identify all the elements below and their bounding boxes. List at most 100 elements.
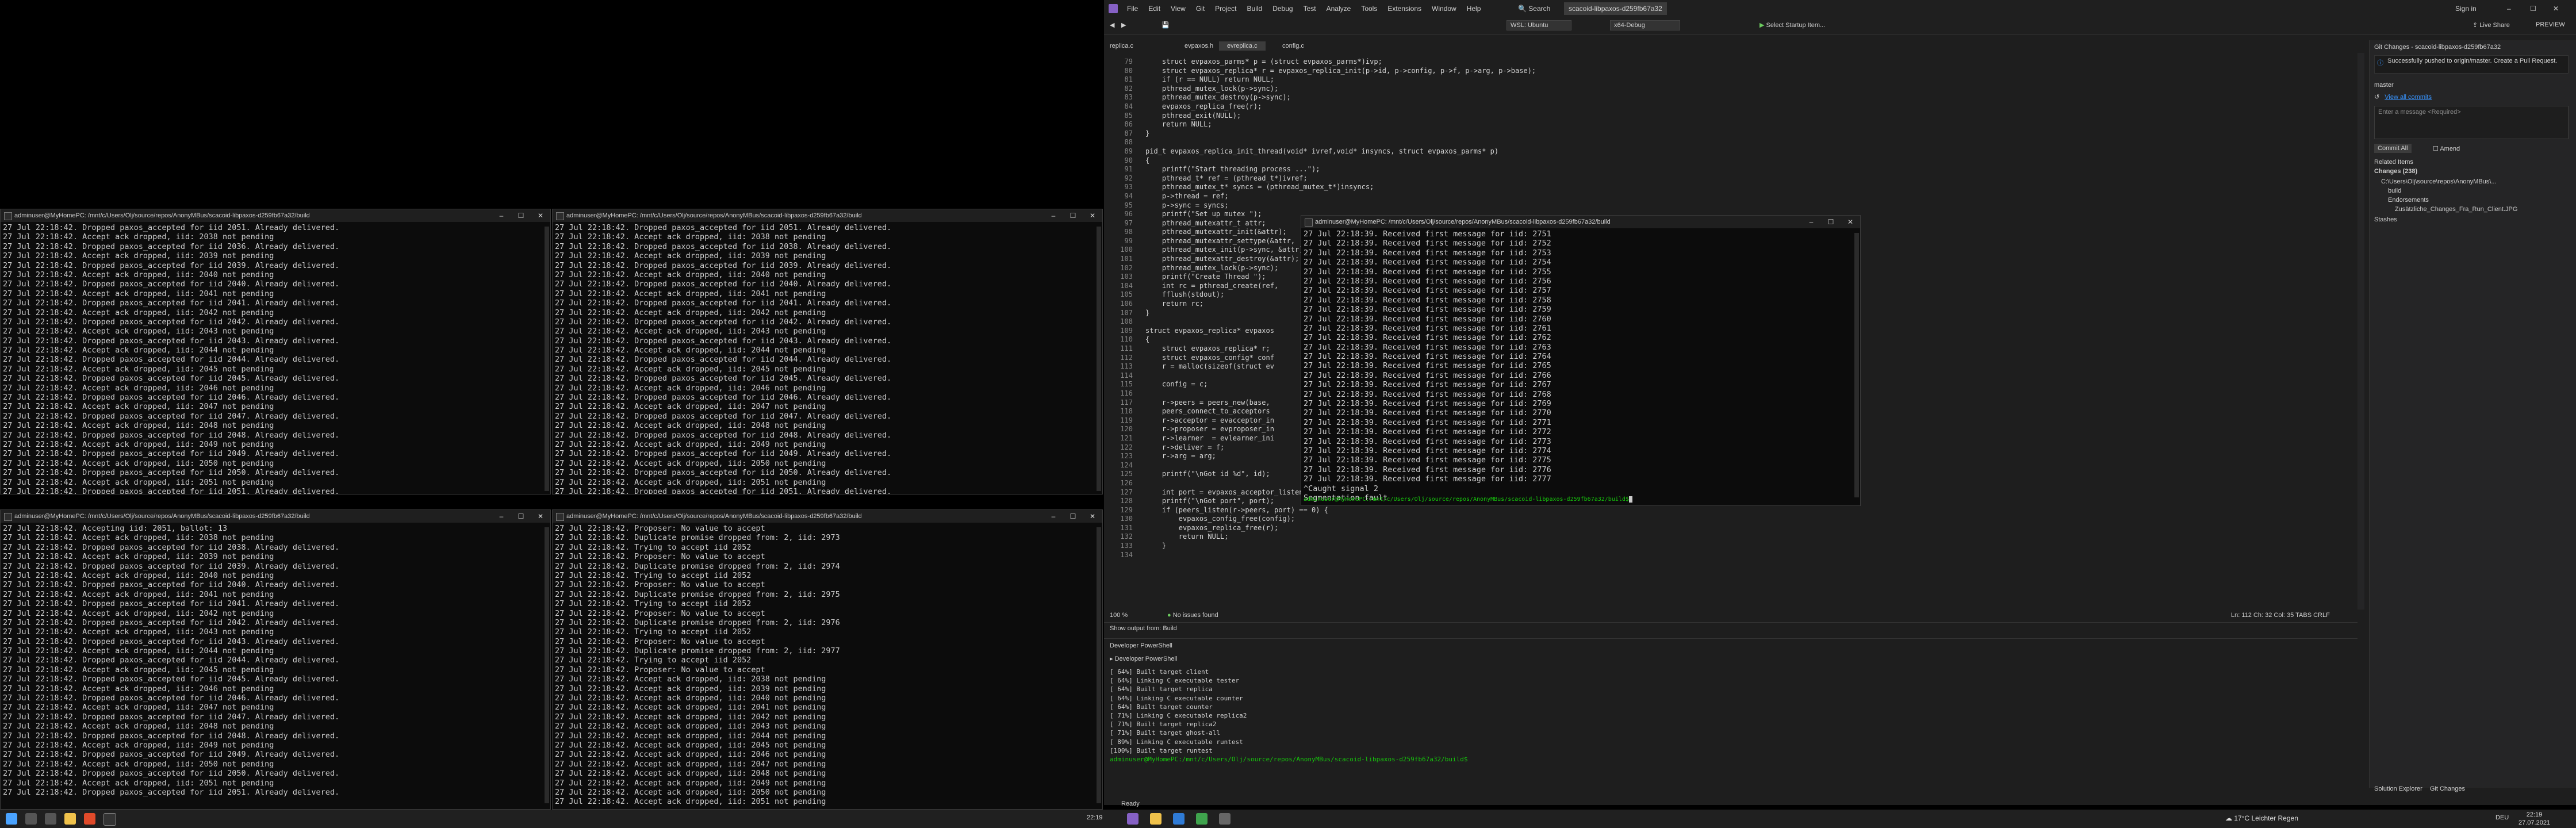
terminal-title-bar[interactable]: adminuser@MyHomePC: /mnt/c/Users/Olj/sou… bbox=[553, 209, 1102, 222]
scrollbar[interactable] bbox=[1097, 527, 1101, 803]
close-icon[interactable]: ✕ bbox=[531, 209, 550, 222]
editor-scrollbar[interactable] bbox=[2358, 53, 2364, 610]
output-source[interactable]: Show output from: Build bbox=[1110, 625, 1177, 632]
zoom-level[interactable]: 100 % bbox=[1110, 612, 1128, 619]
terminal-line: 27 Jul 22:18:42. Dropped paxos_accepted … bbox=[555, 260, 892, 270]
start-icon[interactable] bbox=[6, 813, 17, 825]
chrome-icon[interactable] bbox=[1196, 813, 1208, 825]
window-maximize-icon[interactable]: ☐ bbox=[2530, 0, 2536, 17]
tab-config[interactable]: config.c bbox=[1282, 43, 1304, 49]
tree-root[interactable]: C:\Users\Olj\source\repos\AnonyMBus\... bbox=[2381, 177, 2517, 186]
minimize-icon[interactable]: – bbox=[1801, 216, 1821, 228]
terminal-window-2[interactable]: adminuser@MyHomePC: /mnt/c/Users/Olj/sou… bbox=[552, 209, 1103, 494]
ps-tab[interactable]: ▸ Developer PowerShell bbox=[1110, 655, 1177, 662]
minimize-icon[interactable]: – bbox=[492, 209, 511, 222]
terminal-title-bar[interactable]: adminuser@MyHomePC: /mnt/c/Users/Olj/sou… bbox=[1301, 216, 1860, 228]
file-explorer-icon[interactable] bbox=[64, 813, 76, 825]
minimize-icon[interactable]: – bbox=[1044, 510, 1063, 523]
menu-item-view[interactable]: View bbox=[1171, 0, 1186, 17]
minimize-icon[interactable]: – bbox=[492, 510, 511, 523]
save-icon[interactable]: 💾 bbox=[1162, 21, 1170, 29]
scrollbar[interactable] bbox=[1854, 233, 1859, 497]
shell-prompt[interactable]: adminuser@MyHomePC:/mnt/c/Users/Olj/sour… bbox=[1304, 495, 1632, 504]
browser-icon[interactable] bbox=[84, 813, 95, 825]
tree-folder-build[interactable]: build bbox=[2381, 186, 2517, 195]
related-items[interactable]: Related Items bbox=[2374, 159, 2413, 166]
menu-item-build[interactable]: Build bbox=[1247, 0, 1263, 17]
changes-header[interactable]: Changes (238) bbox=[2374, 168, 2417, 175]
terminal-line: 27 Jul 22:18:42. Dropped paxos_accepted … bbox=[3, 279, 340, 289]
menu-item-analyze[interactable]: Analyze bbox=[1327, 0, 1351, 17]
close-icon[interactable]: ✕ bbox=[1083, 209, 1102, 222]
sign-in-link[interactable]: Sign in bbox=[2455, 0, 2477, 17]
menu-item-project[interactable]: Project bbox=[1215, 0, 1236, 17]
menu-item-file[interactable]: File bbox=[1127, 0, 1138, 17]
maximize-icon[interactable]: ☐ bbox=[1821, 216, 1841, 228]
menu-item-git[interactable]: Git bbox=[1196, 0, 1205, 17]
mail-icon[interactable] bbox=[1173, 813, 1184, 825]
window-close-icon[interactable]: ✕ bbox=[2553, 0, 2559, 17]
stashes-header[interactable]: Stashes bbox=[2374, 216, 2397, 223]
commit-all-button[interactable]: Commit All bbox=[2374, 144, 2412, 153]
tab-replica[interactable]: replica.c bbox=[1110, 43, 1133, 49]
close-icon[interactable]: ✕ bbox=[1083, 510, 1102, 523]
branch-selector[interactable]: master bbox=[2374, 82, 2394, 89]
maximize-icon[interactable]: ☐ bbox=[1063, 510, 1083, 523]
amend-checkbox[interactable]: ☐ Amend bbox=[2433, 145, 2460, 152]
taskview-icon[interactable] bbox=[45, 813, 56, 825]
minimize-icon[interactable]: – bbox=[1044, 209, 1063, 222]
search-icon[interactable] bbox=[25, 813, 37, 825]
terminal-title-bar[interactable]: adminuser@MyHomePC: /mnt/c/Users/Olj/sou… bbox=[553, 510, 1102, 523]
menu-item-debug[interactable]: Debug bbox=[1272, 0, 1293, 17]
target-dropdown[interactable]: WSL: Ubuntu bbox=[1506, 20, 1572, 30]
powershell-output[interactable]: [ 64%] Built target client[ 64%] Linking… bbox=[1110, 668, 2352, 764]
line-number: 95 bbox=[1124, 201, 1133, 209]
scrollbar[interactable] bbox=[1097, 227, 1101, 491]
search-box[interactable]: 🔍 Search bbox=[1518, 0, 1561, 17]
vs-taskbar-icon[interactable] bbox=[1127, 813, 1138, 825]
terminal-window-1[interactable]: adminuser@MyHomePC: /mnt/c/Users/Olj/sou… bbox=[0, 209, 551, 494]
live-share-button[interactable]: ⇪ Live Share bbox=[2472, 21, 2510, 29]
menu-item-edit[interactable]: Edit bbox=[1148, 0, 1160, 17]
terminal-window-4[interactable]: adminuser@MyHomePC: /mnt/c/Users/Olj/sou… bbox=[552, 509, 1103, 810]
tree-folder-endorsements[interactable]: Endorsements bbox=[2381, 195, 2517, 205]
back-icon[interactable]: ◀ bbox=[1110, 21, 1114, 29]
clock[interactable]: 22:19 27.07.2021 bbox=[2518, 811, 2550, 827]
config-dropdown[interactable]: x64-Debug bbox=[1610, 20, 1680, 30]
settings-icon[interactable] bbox=[1219, 813, 1230, 825]
forward-icon[interactable]: ▶ bbox=[1121, 21, 1126, 29]
terminal-title-bar[interactable]: adminuser@MyHomePC: /mnt/c/Users/Olj/sou… bbox=[1, 209, 550, 222]
language-indicator[interactable]: DEU bbox=[2496, 814, 2509, 821]
commit-message-input[interactable]: Enter a message <Required> bbox=[2374, 106, 2569, 139]
menu-item-test[interactable]: Test bbox=[1304, 0, 1316, 17]
view-commits-link[interactable]: View all commits bbox=[2385, 94, 2432, 101]
tab-solution-explorer[interactable]: Solution Explorer bbox=[2374, 785, 2422, 792]
terminal-window-5[interactable]: adminuser@MyHomePC: /mnt/c/Users/Olj/sou… bbox=[1301, 215, 1861, 506]
tab-evpaxos[interactable]: evpaxos.h bbox=[1184, 43, 1213, 49]
close-icon[interactable]: ✕ bbox=[1841, 216, 1860, 228]
tab-git-changes[interactable]: Git Changes bbox=[2430, 785, 2465, 792]
line-number: 93 bbox=[1124, 183, 1133, 191]
maximize-icon[interactable]: ☐ bbox=[1063, 209, 1083, 222]
terminal-window-3[interactable]: adminuser@MyHomePC: /mnt/c/Users/Olj/sou… bbox=[0, 509, 551, 810]
tab-evreplica[interactable]: evreplica.c bbox=[1219, 41, 1266, 51]
close-icon[interactable]: ✕ bbox=[531, 510, 550, 523]
menu-item-extensions[interactable]: Extensions bbox=[1387, 0, 1421, 17]
folder-icon[interactable] bbox=[1150, 813, 1162, 825]
terminal-app-icon[interactable] bbox=[103, 813, 116, 826]
maximize-icon[interactable]: ☐ bbox=[511, 510, 531, 523]
start-button[interactable]: ▶ Select Startup Item... bbox=[1759, 21, 1825, 29]
menu-item-tools[interactable]: Tools bbox=[1361, 0, 1377, 17]
tree-file[interactable]: Zusätzliche_Changes_Fra_Run_Client.JPG bbox=[2381, 205, 2517, 214]
menu-item-help[interactable]: Help bbox=[1467, 0, 1481, 17]
menu-item-window[interactable]: Window bbox=[1432, 0, 1456, 17]
line-number: 119 bbox=[1120, 416, 1133, 424]
scrollbar[interactable] bbox=[545, 527, 549, 803]
weather-widget[interactable]: ☁ 17°C Leichter Regen bbox=[2225, 814, 2298, 822]
maximize-icon[interactable]: ☐ bbox=[511, 209, 531, 222]
ps-line: [ 89%] Linking C executable runtest bbox=[1110, 738, 1243, 746]
ps-prompt[interactable]: adminuser@MyHomePC:/mnt/c/Users/Olj/sour… bbox=[1110, 755, 2352, 764]
terminal-title-bar[interactable]: adminuser@MyHomePC: /mnt/c/Users/Olj/sou… bbox=[1, 510, 550, 523]
window-minimize-icon[interactable]: – bbox=[2507, 0, 2511, 17]
scrollbar[interactable] bbox=[545, 227, 549, 491]
